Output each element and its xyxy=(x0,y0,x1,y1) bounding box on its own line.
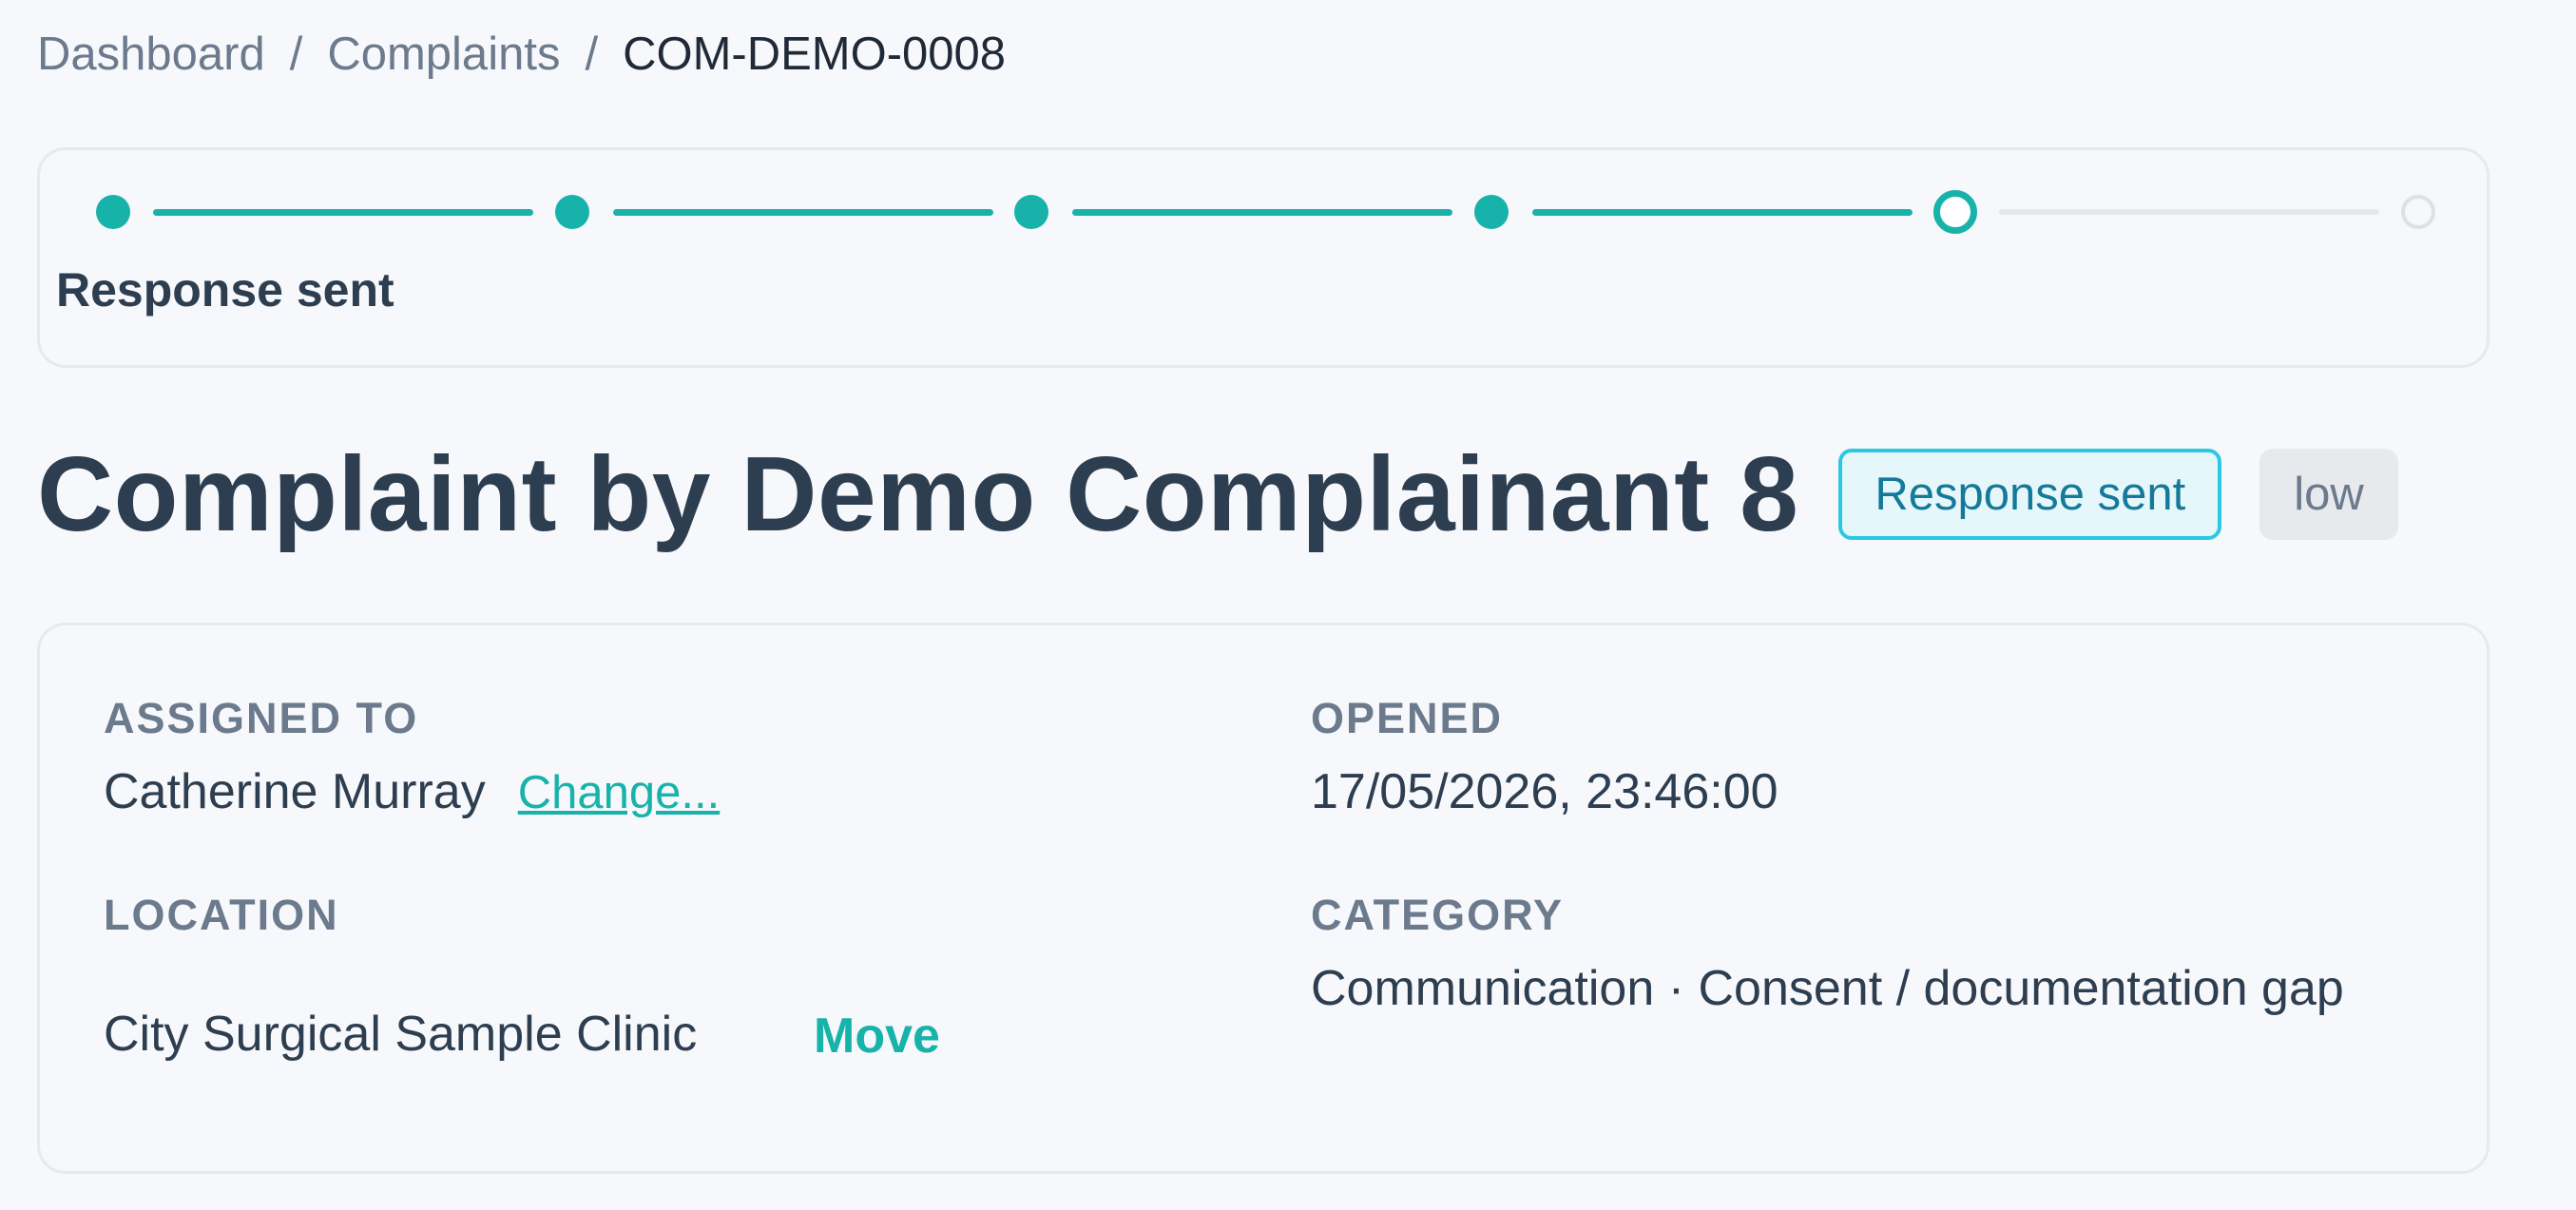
status-badge: Response sent xyxy=(1838,449,2222,540)
move-location-button[interactable]: Move xyxy=(814,1003,940,1069)
step-2-dot xyxy=(555,195,589,229)
step-connector xyxy=(1072,209,1452,216)
step-1-dot xyxy=(96,195,130,229)
breadcrumb: Dashboard / Complaints / COM-DEMO-0008 xyxy=(37,25,1006,84)
progress-stepper xyxy=(37,147,2489,368)
opened-value: 17/05/2026, 23:46:00 xyxy=(1311,764,1778,819)
step-5-dot-current xyxy=(1933,190,1977,234)
opened-field: OPENED 17/05/2026, 23:46:00 xyxy=(1311,690,1778,825)
step-connector xyxy=(1532,209,1913,216)
step-connector-pending xyxy=(1999,209,2379,215)
step-connector xyxy=(153,209,533,216)
assigned-to-value: Catherine Murray xyxy=(104,764,486,819)
location-field: LOCATION City Surgical Sample Clinic xyxy=(104,887,697,1067)
breadcrumb-current: COM-DEMO-0008 xyxy=(623,29,1007,80)
location-value: City Surgical Sample Clinic xyxy=(104,1007,698,1062)
category-label: CATEGORY xyxy=(1311,891,1565,939)
title-row: Complaint by Demo Complainant 8 Response… xyxy=(37,432,2398,556)
assigned-to-row: Catherine Murray Change... xyxy=(104,759,720,826)
location-label: LOCATION xyxy=(104,891,339,939)
step-6-dot-pending xyxy=(2401,195,2435,229)
assigned-to-field: ASSIGNED TO Catherine Murray Change... xyxy=(104,690,720,826)
breadcrumb-dashboard[interactable]: Dashboard xyxy=(37,25,265,84)
category-field: CATEGORY Communication · Consent / docum… xyxy=(1311,887,2344,1022)
details-card: ASSIGNED TO Catherine Murray Change... OP… xyxy=(37,623,2489,1174)
breadcrumb-complaints[interactable]: Complaints xyxy=(327,25,560,84)
step-4-dot xyxy=(1474,195,1509,229)
breadcrumb-separator: / xyxy=(289,29,303,80)
opened-label: OPENED xyxy=(1311,694,1504,742)
step-3-dot xyxy=(1014,195,1048,229)
breadcrumb-separator: / xyxy=(585,29,599,80)
page-title: Complaint by Demo Complainant 8 xyxy=(37,435,1799,553)
assigned-to-label: ASSIGNED TO xyxy=(104,694,419,742)
priority-badge: low xyxy=(2259,449,2398,540)
step-connector xyxy=(613,209,993,216)
change-assignee-link[interactable]: Change... xyxy=(518,767,721,818)
current-step-label: Response sent xyxy=(56,263,394,317)
stepper-track xyxy=(40,150,2487,283)
category-value: Communication · Consent / documentation … xyxy=(1311,961,2344,1016)
